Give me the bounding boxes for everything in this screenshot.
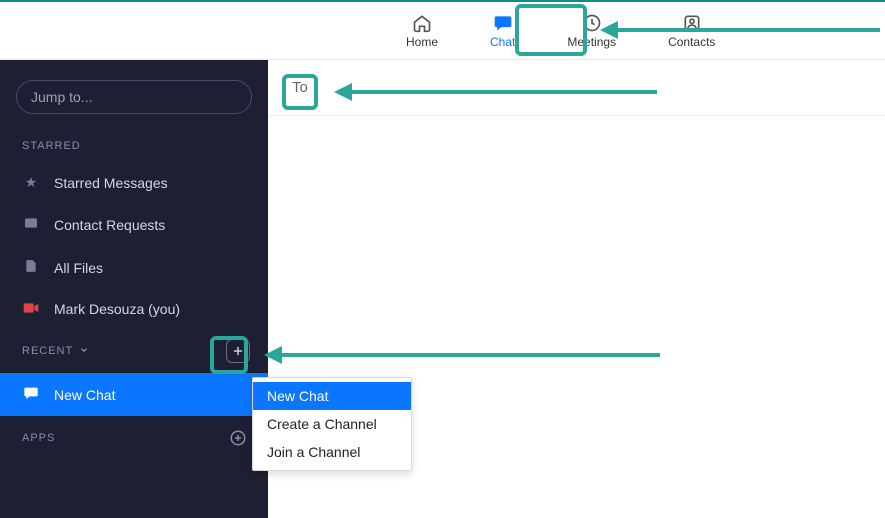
menu-item-join-channel[interactable]: Join a Channel bbox=[253, 438, 411, 466]
menu-item-new-chat[interactable]: New Chat bbox=[253, 382, 411, 410]
recent-add-button[interactable] bbox=[226, 339, 250, 363]
star-icon: ★ bbox=[22, 174, 40, 191]
sidebar-item-starred-messages[interactable]: ★ Starred Messages bbox=[0, 162, 268, 203]
annotation-arrow-chat bbox=[618, 28, 880, 32]
section-recent-label: RECENT bbox=[22, 345, 73, 357]
menu-item-create-channel[interactable]: Create a Channel bbox=[253, 410, 411, 438]
nav-home[interactable]: Home bbox=[400, 9, 444, 53]
nav-chat-label: Chat bbox=[490, 35, 515, 49]
menu-new-chat-label: New Chat bbox=[267, 388, 328, 404]
sidebar-item-all-files[interactable]: All Files bbox=[0, 246, 268, 289]
person-card-icon bbox=[22, 215, 40, 234]
annotation-arrowhead-plus bbox=[264, 346, 282, 364]
section-starred-header: STARRED bbox=[0, 130, 268, 162]
jump-to-input[interactable]: Jump to... bbox=[16, 80, 252, 114]
contact-requests-label: Contact Requests bbox=[54, 217, 165, 233]
annotation-arrow-plus bbox=[282, 353, 660, 357]
apps-add-button[interactable] bbox=[226, 426, 250, 450]
all-files-label: All Files bbox=[54, 260, 103, 276]
section-apps-header: APPS bbox=[0, 416, 268, 460]
section-starred-label: STARRED bbox=[22, 140, 81, 152]
annotation-arrowhead-chat bbox=[600, 21, 618, 39]
menu-create-channel-label: Create a Channel bbox=[267, 416, 377, 432]
annotation-arrowhead-to bbox=[334, 83, 352, 101]
sidebar-item-me[interactable]: Mark Desouza (you) bbox=[0, 289, 268, 329]
chat-icon bbox=[493, 13, 513, 33]
recent-context-menu: New Chat Create a Channel Join a Channel bbox=[252, 377, 412, 471]
jump-to-placeholder: Jump to... bbox=[31, 89, 92, 105]
video-icon bbox=[22, 301, 40, 317]
file-icon bbox=[22, 258, 40, 277]
home-icon bbox=[412, 13, 432, 33]
nav-home-label: Home bbox=[406, 35, 438, 49]
new-chat-label: New Chat bbox=[54, 387, 115, 403]
annotation-arrow-to bbox=[352, 90, 657, 94]
nav-contacts-label: Contacts bbox=[668, 35, 715, 49]
clock-icon bbox=[582, 13, 602, 33]
to-label: To bbox=[292, 79, 308, 96]
chat-bubble-icon bbox=[22, 385, 40, 404]
sidebar-item-new-chat[interactable]: New Chat bbox=[0, 373, 268, 416]
me-label: Mark Desouza (you) bbox=[54, 301, 180, 317]
sidebar: Jump to... STARRED ★ Starred Messages Co… bbox=[0, 60, 268, 518]
sidebar-item-contact-requests[interactable]: Contact Requests bbox=[0, 203, 268, 246]
menu-join-channel-label: Join a Channel bbox=[267, 444, 360, 460]
chevron-down-icon[interactable] bbox=[79, 345, 89, 358]
compose-to-bar[interactable]: To bbox=[268, 60, 885, 116]
starred-messages-label: Starred Messages bbox=[54, 175, 168, 191]
section-recent-header: RECENT bbox=[0, 329, 268, 373]
section-apps-label: APPS bbox=[22, 432, 55, 444]
nav-chat[interactable]: Chat bbox=[484, 9, 521, 53]
